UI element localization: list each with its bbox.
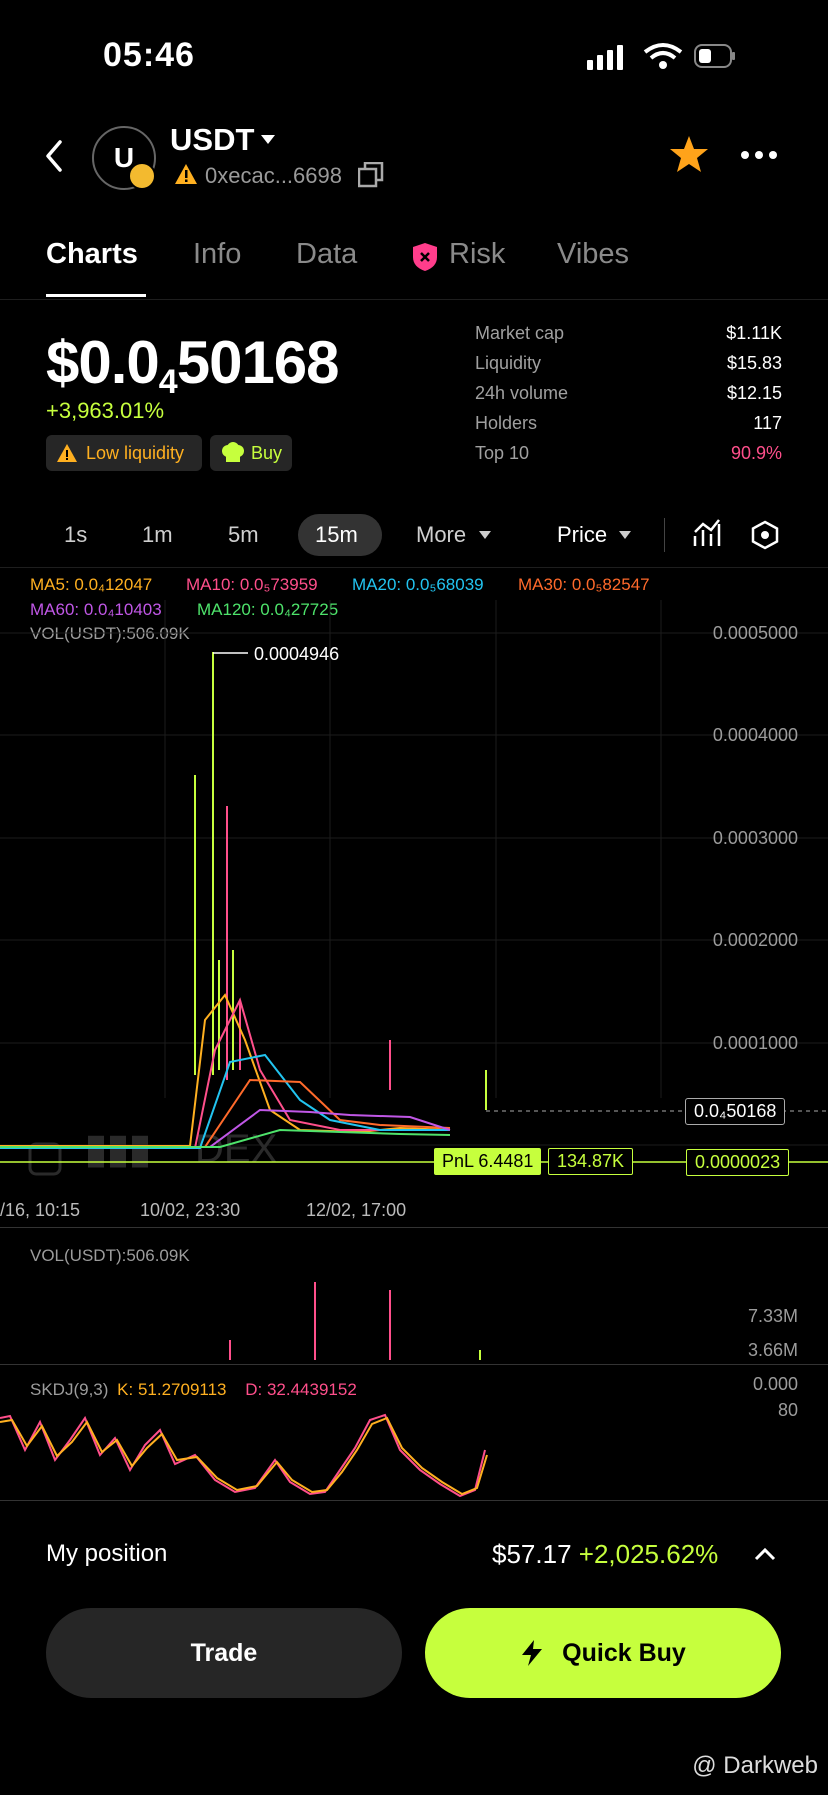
quick-buy-button[interactable]: Quick Buy	[425, 1608, 781, 1698]
skdj-k: K: 51.2709113	[117, 1380, 227, 1399]
tab-info[interactable]: Info	[193, 238, 241, 271]
bnb-chain-icon	[128, 162, 156, 190]
copy-icon[interactable]	[358, 162, 384, 188]
stat-value: 90.9%	[730, 443, 782, 463]
buy-label: Buy	[250, 442, 282, 463]
trade-label: Trade	[190, 1638, 258, 1667]
stat-label: Liquidity	[475, 353, 542, 373]
chevron-up-icon[interactable]	[754, 1546, 776, 1562]
settings-icon[interactable]	[750, 520, 780, 550]
warning-icon	[57, 444, 77, 462]
back-icon[interactable]	[42, 138, 66, 174]
divider	[0, 299, 828, 300]
candles	[194, 652, 487, 1110]
volume-axis-label: 0.000	[752, 1374, 798, 1394]
x-axis-label: 10/02, 23:30	[140, 1200, 241, 1220]
lightning-icon	[522, 1640, 543, 1666]
more-icon[interactable]	[740, 150, 778, 160]
volume-label: VOL(USDT):506.09K	[30, 1246, 190, 1265]
star-icon[interactable]	[668, 134, 710, 174]
ma5-label: MA5: 0.0₄12047	[30, 575, 153, 594]
low-liquidity-label: Low liquidity	[86, 442, 185, 463]
ma20-label: MA20: 0.0₅68039	[352, 575, 484, 594]
current-price-tag: 0.0₄50168	[685, 1098, 786, 1125]
buy-badge[interactable]: Buy	[210, 435, 292, 471]
tab-risk[interactable]: Risk	[449, 238, 505, 271]
current-price: $0.0450168	[46, 329, 340, 401]
x-axis-label: 12/02, 17:00	[306, 1200, 407, 1220]
stat-label: Holders	[475, 413, 538, 433]
tab-data[interactable]: Data	[296, 238, 357, 271]
position-label: My position	[46, 1540, 168, 1567]
tab-charts[interactable]: Charts	[46, 238, 138, 271]
timeframe-1s[interactable]: 1s	[64, 522, 87, 548]
x-axis-label: /16, 10:15	[0, 1200, 81, 1220]
stat-label: 24h volume	[475, 383, 569, 403]
stat-label: Top 10	[475, 443, 530, 463]
position-value: $57.17 +2,025.62%	[492, 1539, 718, 1570]
skdj-legend: SKDJ(9,3) K: 51.2709113 D: 32.4439152	[30, 1380, 357, 1400]
y-axis-label: 0.0002000	[712, 930, 798, 950]
y-axis-label: 0.0005000	[712, 623, 798, 643]
status-icons	[587, 43, 735, 70]
entry-price-tag: 0.0000023	[686, 1149, 790, 1176]
divider	[0, 1227, 828, 1228]
divider	[0, 1500, 828, 1501]
status-time: 05:46	[103, 36, 195, 74]
price-mode-select[interactable]: Price	[557, 522, 607, 548]
gridlines	[0, 600, 828, 1146]
stat-value: $12.15	[726, 383, 782, 403]
caret-down-icon[interactable]	[618, 530, 632, 540]
quick-buy-label: Quick Buy	[562, 1638, 686, 1667]
divider	[0, 1364, 828, 1365]
token-address: 0xecac...6698	[205, 163, 342, 188]
skdj-title: SKDJ(9,3)	[30, 1380, 109, 1399]
stat-value: $15.83	[726, 353, 782, 373]
price-change: +3,963.01%	[46, 398, 165, 423]
y-axis-label: 0.0004000	[712, 725, 798, 745]
shield-icon	[413, 243, 437, 271]
timeframe-1m[interactable]: 1m	[142, 522, 173, 548]
stat-value: 117	[753, 413, 782, 433]
y-axis-label: 0.0001000	[712, 1033, 798, 1053]
timeframe-5m[interactable]: 5m	[228, 522, 259, 548]
skdj-chart	[0, 1413, 488, 1498]
y-axis-label: 0.0003000	[712, 828, 798, 848]
ma10-label: MA10: 0.0₅73959	[186, 575, 318, 594]
volume-bars	[229, 1282, 481, 1360]
caret-down-icon[interactable]	[478, 530, 492, 540]
chef-hat-icon	[222, 442, 244, 462]
tab-vibes[interactable]: Vibes	[557, 238, 629, 271]
low-liquidity-badge: Low liquidity	[46, 435, 202, 471]
trade-button[interactable]: Trade	[46, 1608, 402, 1698]
warning-icon	[175, 164, 197, 184]
caret-down-icon[interactable]	[260, 134, 276, 146]
indicator-icon[interactable]	[692, 518, 722, 550]
timeframe-more[interactable]: More	[416, 522, 466, 548]
skdj-d: D: 32.4439152	[245, 1380, 357, 1399]
timeframe-15m[interactable]: 15m	[315, 522, 358, 548]
stat-label: Market cap	[475, 323, 565, 343]
divider	[0, 567, 828, 568]
position-amount: $57.17	[492, 1539, 572, 1569]
source-watermark: @ Darkweb	[692, 1752, 818, 1779]
pnl-tag[interactable]: PnL 6.4481	[434, 1148, 542, 1175]
token-symbol[interactable]: USDT	[170, 122, 254, 158]
divider	[664, 518, 665, 552]
pnl-value-tag[interactable]: 134.87K	[548, 1148, 634, 1175]
status-bar: 05:46	[0, 0, 828, 110]
high-label: 0.0004946	[254, 644, 339, 664]
position-change: +2,025.62%	[578, 1539, 719, 1569]
tab-indicator	[46, 294, 146, 297]
stat-value: $1.11K	[726, 323, 782, 343]
ma-line	[0, 993, 451, 1147]
ma30-label: MA30: 0.0₅82547	[518, 575, 650, 594]
